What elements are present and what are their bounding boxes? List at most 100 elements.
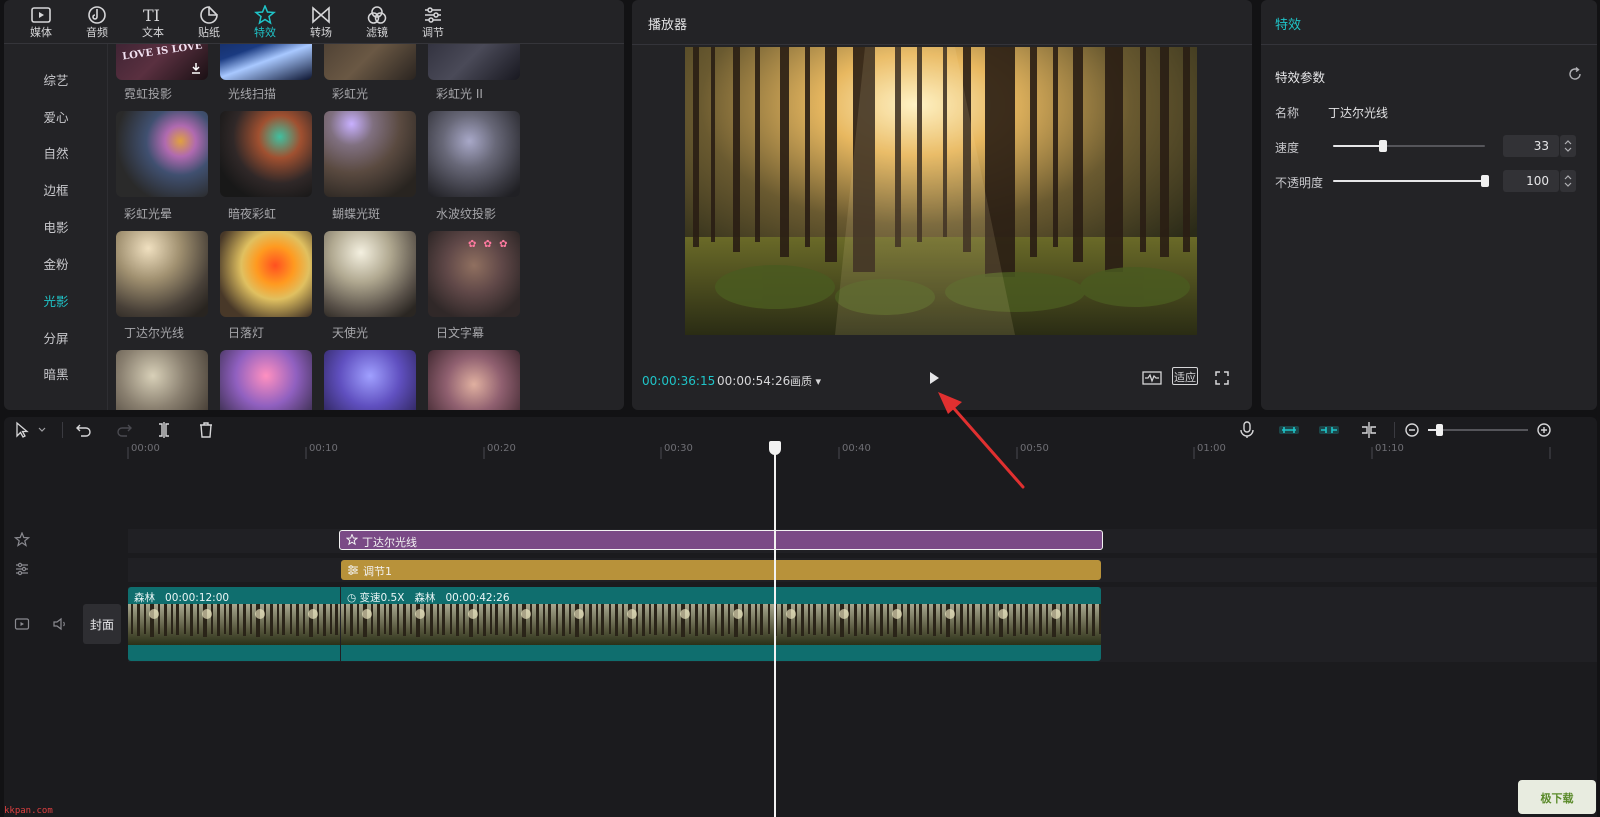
delete-icon[interactable] bbox=[196, 421, 216, 439]
cover-button[interactable]: 封面 bbox=[83, 604, 121, 644]
toolbar-effects[interactable]: 特效 bbox=[240, 2, 290, 42]
split-icon[interactable] bbox=[154, 421, 174, 439]
effect-tile-neon-projection[interactable]: LOVE IS LOVE bbox=[116, 44, 208, 80]
effect-tile-water-ripple[interactable] bbox=[428, 111, 520, 197]
effect-tile-angel-light[interactable] bbox=[324, 231, 416, 317]
opacity-input[interactable]: 100 bbox=[1503, 170, 1559, 192]
timeline-toolbar bbox=[4, 417, 1597, 443]
playhead[interactable] bbox=[769, 441, 781, 817]
clip-name: 森林 bbox=[414, 592, 436, 604]
clip-duration: 00:00:12:00 bbox=[165, 592, 230, 604]
slider-fill bbox=[1333, 145, 1383, 147]
effect-label: 水波纹投影 bbox=[436, 207, 497, 221]
player-panel: 播放器 00:00:36:15 00:00:54:26 画质 ▾ 适应 bbox=[632, 0, 1252, 410]
reset-icon[interactable] bbox=[1567, 66, 1583, 82]
toolbar-audio[interactable]: 音频 bbox=[72, 2, 122, 42]
effects-track-icon bbox=[14, 532, 30, 547]
speed-stepper[interactable] bbox=[1560, 135, 1576, 157]
link-icon[interactable] bbox=[1316, 421, 1342, 439]
effect-tile[interactable] bbox=[324, 350, 416, 410]
category-nature[interactable]: 自然 bbox=[4, 143, 108, 162]
effect-tile-night-rainbow[interactable] bbox=[220, 111, 312, 197]
category-split-screen[interactable]: 分屏 bbox=[4, 328, 108, 347]
speed-slider[interactable] bbox=[1333, 140, 1485, 152]
category-light-shadow[interactable]: 光影 bbox=[4, 291, 108, 310]
toolbar-transition[interactable]: 转场 bbox=[296, 2, 346, 42]
category-dark[interactable]: 暗黑 bbox=[4, 364, 108, 383]
adjust-clip-label: 调节1 bbox=[363, 565, 392, 578]
preview-axis-icon[interactable] bbox=[1359, 421, 1379, 439]
effect-clip[interactable]: 丁达尔光线 bbox=[339, 530, 1103, 550]
effect-tile[interactable] bbox=[220, 350, 312, 410]
effect-label: 日落灯 bbox=[228, 326, 265, 340]
effects-icon bbox=[254, 5, 276, 25]
category-gold-dust[interactable]: 金粉 bbox=[4, 254, 108, 273]
effect-tile-japanese-caption[interactable]: ✿ ✿ ✿ bbox=[428, 231, 520, 317]
divider bbox=[62, 422, 63, 438]
quality-dropdown[interactable]: 画质 ▾ bbox=[790, 373, 821, 389]
redo-icon[interactable] bbox=[114, 421, 134, 439]
zoom-slider[interactable] bbox=[1428, 424, 1528, 436]
adjust-icon bbox=[425, 7, 441, 23]
toolbar-filter[interactable]: 滤镜 bbox=[352, 2, 402, 42]
play-icon[interactable] bbox=[926, 370, 942, 386]
fit-button[interactable]: 适应 bbox=[1172, 367, 1198, 385]
toolbar-effects-label: 特效 bbox=[254, 26, 276, 39]
effect-tile-rainbow-light[interactable] bbox=[324, 44, 416, 80]
category-toolbar: 媒体 音频 TI 文本 贴纸 特效 转场 滤镜 调节 bbox=[4, 0, 624, 44]
microphone-icon[interactable] bbox=[1237, 421, 1257, 439]
effect-tile-rainbow-light-2[interactable] bbox=[428, 44, 520, 80]
waveform-button[interactable] bbox=[1142, 370, 1162, 389]
slider-handle[interactable] bbox=[1481, 175, 1489, 187]
effect-tile-tyndall-light[interactable] bbox=[116, 231, 208, 317]
time-ruler[interactable]: 00:00 00:10 00:20 00:30 00:40 00:50 01:0… bbox=[4, 443, 1597, 461]
watermark-logo: 极下载 bbox=[1518, 780, 1596, 814]
category-border[interactable]: 边框 bbox=[4, 180, 108, 199]
effect-tile-sunset-lamp[interactable] bbox=[220, 231, 312, 317]
slider-handle[interactable] bbox=[1436, 424, 1443, 436]
select-tool-dropdown[interactable] bbox=[14, 421, 52, 439]
category-love[interactable]: 爱心 bbox=[4, 107, 108, 126]
ruler-label: 00:20 bbox=[487, 443, 516, 454]
video-clip[interactable]: 森林 00:00:12:00 bbox=[128, 587, 340, 661]
zoom-out-icon[interactable] bbox=[1402, 421, 1422, 439]
clip-speed: 变速0.5X bbox=[359, 592, 405, 604]
ruler-label: 00:00 bbox=[131, 443, 160, 454]
video-clip[interactable]: ◷ 变速0.5X 森林 00:00:42:26 bbox=[341, 587, 1101, 661]
fullscreen-button[interactable] bbox=[1214, 370, 1230, 389]
opacity-stepper[interactable] bbox=[1560, 170, 1576, 192]
filmstrip-thumbnails bbox=[128, 604, 340, 645]
effect-tile-light-scan[interactable] bbox=[220, 44, 312, 80]
filter-icon bbox=[367, 6, 387, 24]
divider bbox=[1261, 44, 1597, 45]
category-variety[interactable]: 综艺 bbox=[4, 70, 108, 89]
ruler-label: 01:00 bbox=[1197, 443, 1226, 454]
download-icon[interactable] bbox=[190, 62, 202, 74]
speed-input[interactable]: 33 bbox=[1503, 135, 1559, 157]
section-title: 特效参数 bbox=[1275, 70, 1326, 85]
effect-tile[interactable] bbox=[428, 350, 520, 410]
undo-icon[interactable] bbox=[74, 421, 94, 439]
timeline-panel: 00:00 00:10 00:20 00:30 00:40 00:50 01:0… bbox=[4, 417, 1597, 817]
opacity-slider[interactable] bbox=[1333, 175, 1489, 187]
toolbar-adjust[interactable]: 调节 bbox=[408, 2, 458, 42]
effect-label: 光线扫描 bbox=[228, 87, 277, 101]
snap-icon[interactable] bbox=[1276, 421, 1302, 439]
toolbar-media[interactable]: 媒体 bbox=[16, 2, 66, 42]
text-icon: TI bbox=[143, 6, 160, 25]
adjust-clip[interactable]: 调节1 bbox=[341, 560, 1101, 580]
effect-label: 天使光 bbox=[332, 326, 369, 340]
video-preview[interactable] bbox=[685, 47, 1197, 335]
toolbar-sticker[interactable]: 贴纸 bbox=[184, 2, 234, 42]
effect-tile-rainbow-halo[interactable] bbox=[116, 111, 208, 197]
divider bbox=[1394, 422, 1395, 438]
category-movie[interactable]: 电影 bbox=[4, 217, 108, 236]
effect-tile-butterfly-bokeh[interactable] bbox=[324, 111, 416, 197]
zoom-in-icon[interactable] bbox=[1534, 421, 1554, 439]
mute-audio-icon[interactable] bbox=[52, 616, 68, 632]
playhead-handle[interactable] bbox=[769, 441, 781, 455]
effect-tile[interactable] bbox=[116, 350, 208, 410]
toolbar-text[interactable]: TI 文本 bbox=[128, 2, 178, 42]
slider-handle[interactable] bbox=[1379, 140, 1387, 152]
opacity-label: 不透明度 bbox=[1275, 176, 1324, 190]
